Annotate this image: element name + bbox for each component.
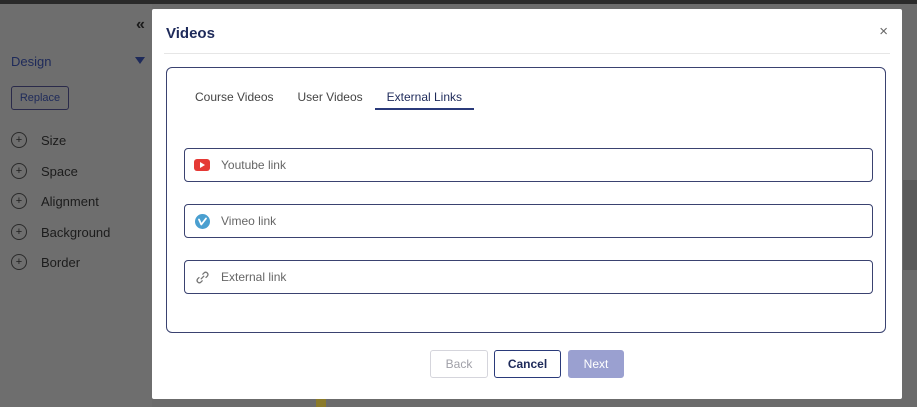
sidebar-item-label: Size bbox=[41, 132, 67, 148]
collapse-sidebar-button[interactable]: « bbox=[136, 16, 145, 34]
vimeo-link-input[interactable] bbox=[219, 206, 872, 236]
sidebar-item-space[interactable]: + Space bbox=[11, 161, 78, 181]
plus-circle-icon: + bbox=[11, 132, 27, 148]
divider bbox=[164, 53, 890, 54]
vimeo-icon bbox=[193, 212, 211, 230]
close-button[interactable]: × bbox=[879, 23, 888, 40]
back-button[interactable]: Back bbox=[430, 350, 488, 378]
replace-button[interactable]: Replace bbox=[11, 86, 69, 110]
tab-course-videos[interactable]: Course Videos bbox=[183, 88, 286, 110]
next-button[interactable]: Next bbox=[568, 350, 624, 378]
sidebar-item-background[interactable]: + Background bbox=[11, 222, 110, 242]
design-section-label: Design bbox=[11, 54, 52, 69]
youtube-icon bbox=[193, 156, 211, 174]
cancel-button[interactable]: Cancel bbox=[494, 350, 561, 378]
modal-footer: Back Cancel Next bbox=[152, 348, 902, 380]
plus-circle-icon: + bbox=[11, 254, 27, 270]
modal-title: Videos bbox=[166, 25, 215, 42]
background-decoration bbox=[903, 180, 917, 270]
sidebar-item-size[interactable]: + Size bbox=[11, 130, 66, 150]
external-link-field[interactable] bbox=[184, 260, 873, 294]
youtube-link-field[interactable] bbox=[184, 148, 873, 182]
tab-user-videos[interactable]: User Videos bbox=[286, 88, 375, 110]
sidebar-item-alignment[interactable]: + Alignment bbox=[11, 191, 99, 211]
design-sidebar: « Design Replace + Size + Space + Alignm… bbox=[0, 4, 152, 407]
video-source-tabs: Course Videos User Videos External Links bbox=[183, 88, 475, 112]
sidebar-item-border[interactable]: + Border bbox=[11, 252, 80, 272]
videos-modal: Videos × Course Videos User Videos Exter… bbox=[152, 9, 902, 399]
youtube-link-input[interactable] bbox=[219, 150, 872, 180]
plus-circle-icon: + bbox=[11, 193, 27, 209]
external-link-input[interactable] bbox=[219, 262, 872, 292]
plus-circle-icon: + bbox=[11, 224, 27, 240]
external-links-panel: Course Videos User Videos External Links bbox=[166, 67, 886, 333]
design-section-header[interactable]: Design bbox=[11, 54, 147, 72]
sidebar-item-label: Space bbox=[41, 163, 78, 179]
vimeo-link-field[interactable] bbox=[184, 204, 873, 238]
sidebar-item-label: Background bbox=[41, 224, 111, 240]
link-icon bbox=[193, 268, 211, 286]
caret-down-icon bbox=[135, 57, 145, 64]
sidebar-item-label: Alignment bbox=[41, 193, 99, 209]
plus-circle-icon: + bbox=[11, 163, 27, 179]
tab-external-links[interactable]: External Links bbox=[374, 88, 475, 110]
sidebar-item-label: Border bbox=[41, 254, 81, 270]
